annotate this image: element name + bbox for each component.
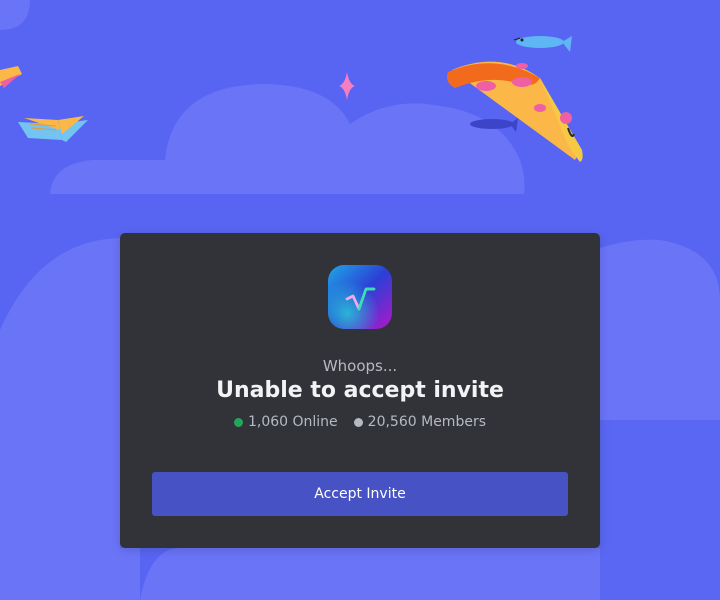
guild-icon [328, 265, 392, 329]
book-icon [18, 116, 88, 142]
invite-subtitle: Whoops... [322, 357, 398, 375]
cloud-bottom [140, 548, 600, 600]
fish-icon [513, 36, 572, 52]
members-dot-icon [353, 417, 363, 427]
online-count: 1,060 Online [247, 414, 338, 430]
accept-invite-button[interactable]: Accept Invite [152, 472, 568, 516]
cloud-left [0, 238, 140, 600]
invite-page: Whoops... Unable to accept invite 1,060 … [0, 0, 720, 600]
sqrt-glyph-icon [328, 265, 392, 329]
cloud-right [600, 239, 720, 420]
invite-card: Whoops... Unable to accept invite 1,060 … [120, 233, 600, 548]
online-stat: 1,060 Online [233, 413, 338, 431]
guild-stats: 1,060 Online 20,560 Members [120, 413, 600, 431]
member-count: 20,560 Members [367, 414, 486, 430]
cloud-right-lower [600, 420, 720, 600]
cloud-top-left [0, 0, 30, 30]
online-dot-icon [233, 417, 243, 427]
members-stat: 20,560 Members [353, 413, 486, 431]
invite-title: Unable to accept invite [216, 378, 504, 403]
sparkle-icon [339, 72, 355, 100]
cloud-top [50, 84, 525, 194]
